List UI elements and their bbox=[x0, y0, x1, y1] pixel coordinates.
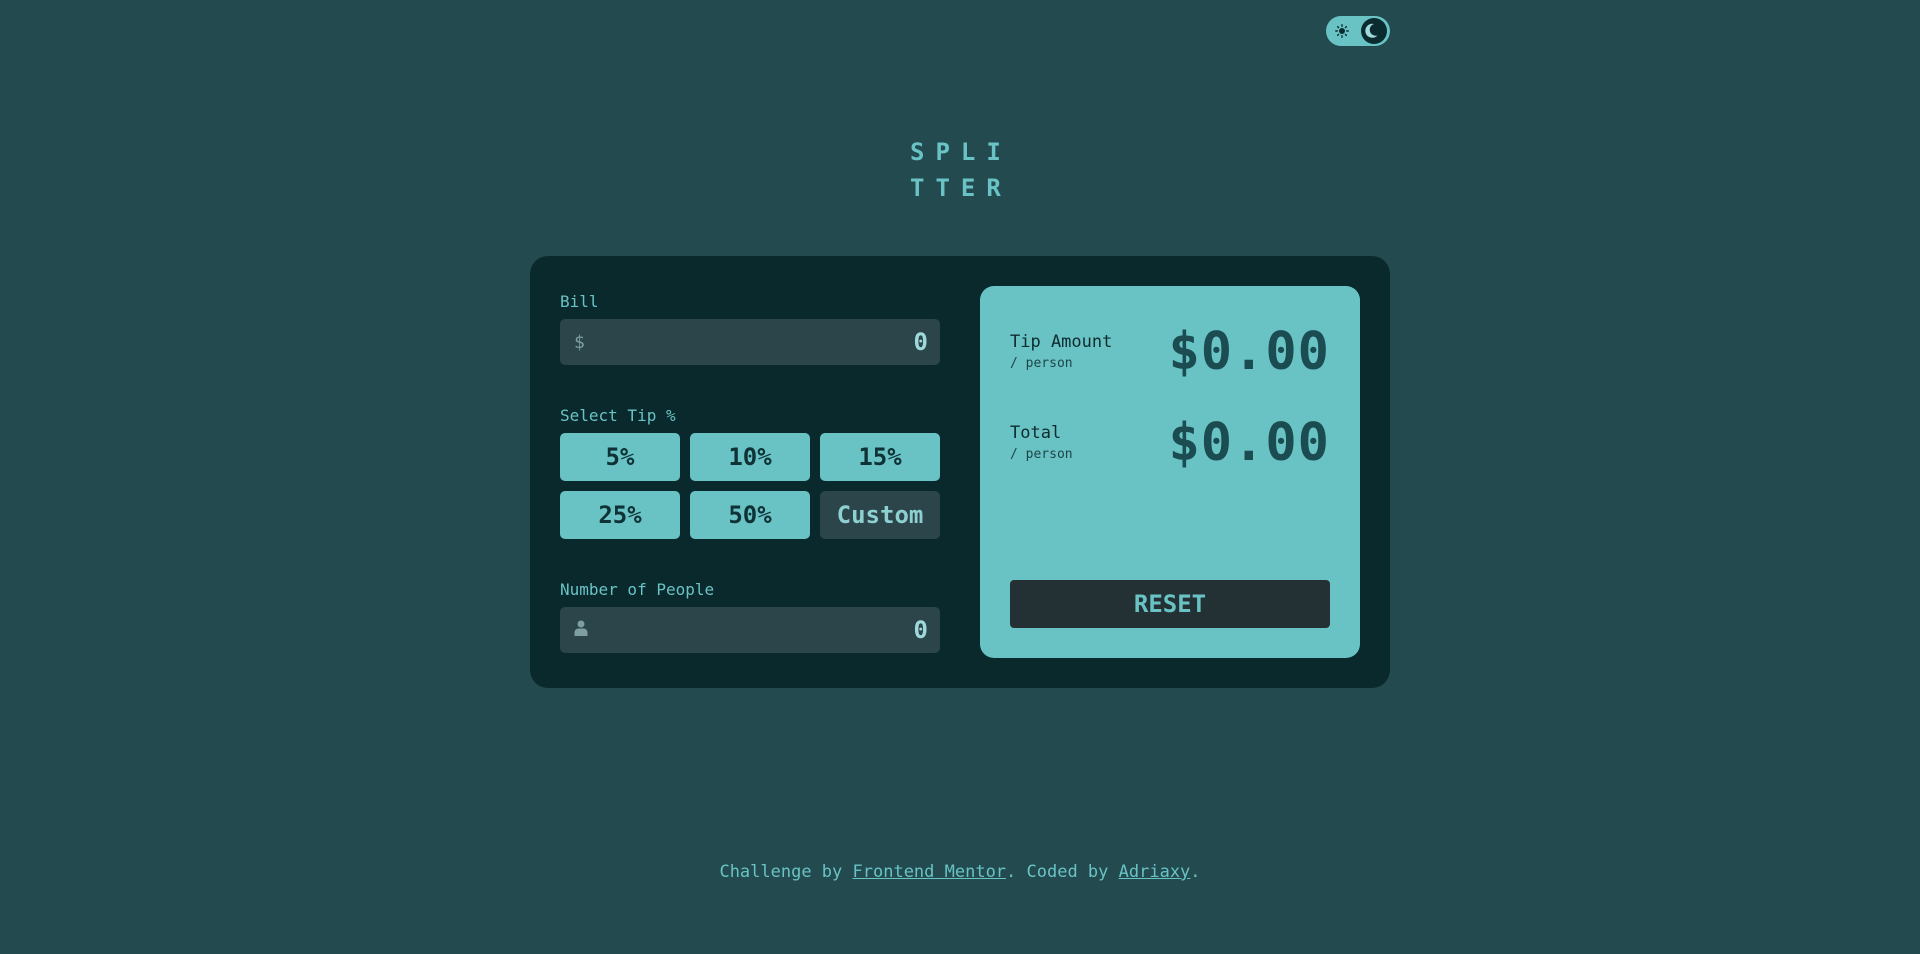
tip-amount-title: Tip Amount bbox=[1010, 332, 1113, 352]
tip-button-50[interactable]: 50% bbox=[690, 491, 810, 539]
tip-button-5[interactable]: 5% bbox=[560, 433, 680, 481]
logo-line-1: SPLI bbox=[910, 138, 1012, 166]
tip-button-15[interactable]: 15% bbox=[820, 433, 940, 481]
bill-input[interactable]: $ 0 bbox=[560, 319, 940, 365]
footer-suffix: . bbox=[1190, 862, 1201, 882]
reset-button[interactable]: RESET bbox=[1010, 580, 1330, 628]
people-label: Number of People bbox=[560, 580, 715, 599]
tip-button-25[interactable]: 25% bbox=[560, 491, 680, 539]
tip-amount-sub: / person bbox=[1010, 356, 1073, 371]
results-panel: Tip Amount / person $0.00 Total / person… bbox=[980, 286, 1360, 658]
theme-toggle[interactable] bbox=[1326, 16, 1390, 46]
tip-amount-value: $0.00 bbox=[1168, 322, 1330, 382]
tip-amount-label: Tip Amount / person bbox=[1010, 332, 1112, 371]
people-value[interactable]: 0 bbox=[914, 616, 928, 644]
logo-line-2: TTER bbox=[910, 174, 1012, 202]
tip-custom-input[interactable]: Custom bbox=[820, 491, 940, 539]
author-link[interactable]: Adriaxy bbox=[1119, 862, 1191, 882]
total-value: $0.00 bbox=[1168, 413, 1330, 473]
frontend-mentor-link[interactable]: Frontend Mentor bbox=[853, 862, 1007, 882]
bill-value[interactable]: 0 bbox=[914, 328, 928, 356]
dollar-icon: $ bbox=[574, 331, 585, 353]
calculator-card: Bill $ 0 Select Tip % 5% 10% 15% 25% 50%… bbox=[530, 256, 1390, 688]
total-label: Total / person bbox=[1010, 423, 1073, 462]
footer: Challenge by Frontend Mentor. Coded by A… bbox=[0, 862, 1920, 882]
footer-prefix: Challenge by bbox=[719, 862, 853, 882]
people-input[interactable]: 0 bbox=[560, 607, 940, 653]
select-tip-label: Select Tip % bbox=[560, 406, 676, 425]
tip-button-10[interactable]: 10% bbox=[690, 433, 810, 481]
total-sub: / person bbox=[1010, 447, 1073, 462]
bill-label: Bill bbox=[560, 292, 599, 311]
total-title: Total bbox=[1010, 423, 1062, 443]
app-logo: SPLI TTER bbox=[910, 134, 1030, 206]
moon-icon bbox=[1361, 18, 1387, 44]
footer-middle: . Coded by bbox=[1006, 862, 1119, 882]
person-icon bbox=[574, 620, 588, 641]
sun-icon bbox=[1334, 23, 1350, 39]
